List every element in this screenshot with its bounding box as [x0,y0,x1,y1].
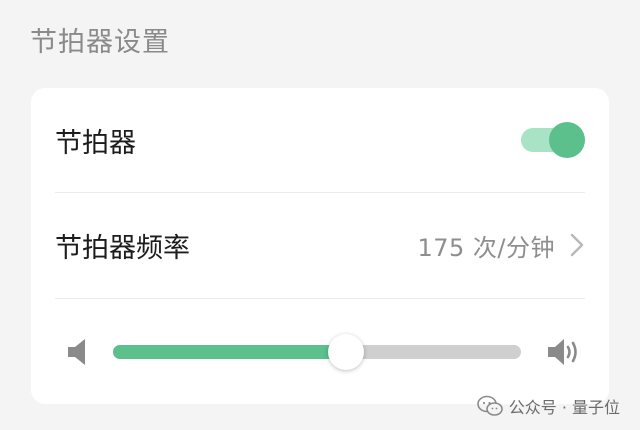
metronome-label: 节拍器 [55,127,136,159]
volume-control [65,332,581,372]
volume-slider[interactable] [113,332,521,372]
frequency-value-group[interactable]: 175 次/分钟 [417,228,585,263]
slider-fill [113,345,346,359]
frequency-label: 节拍器频率 [55,232,190,264]
volume-high-icon [548,339,577,365]
settings-card: 节拍器 节拍器频率 175 次/分钟 [31,88,609,404]
metronome-toggle-row[interactable]: 节拍器 [55,112,585,168]
divider [55,192,585,193]
wechat-icon [476,395,503,416]
section-title: 节拍器设置 [30,27,170,58]
frequency-value: 175 次/分钟 [417,233,555,262]
slider-thumb[interactable] [327,334,364,370]
chevron-right-icon [570,233,584,257]
metronome-frequency-row[interactable]: 节拍器频率 175 次/分钟 [55,217,585,273]
watermark-text: 公众号 · 量子位 [508,398,620,417]
toggle-knob [549,122,585,158]
metronome-toggle-switch[interactable] [521,120,585,160]
watermark: 公众号 · 量子位 [476,394,620,418]
volume-low-icon [68,339,85,365]
divider [55,298,585,299]
